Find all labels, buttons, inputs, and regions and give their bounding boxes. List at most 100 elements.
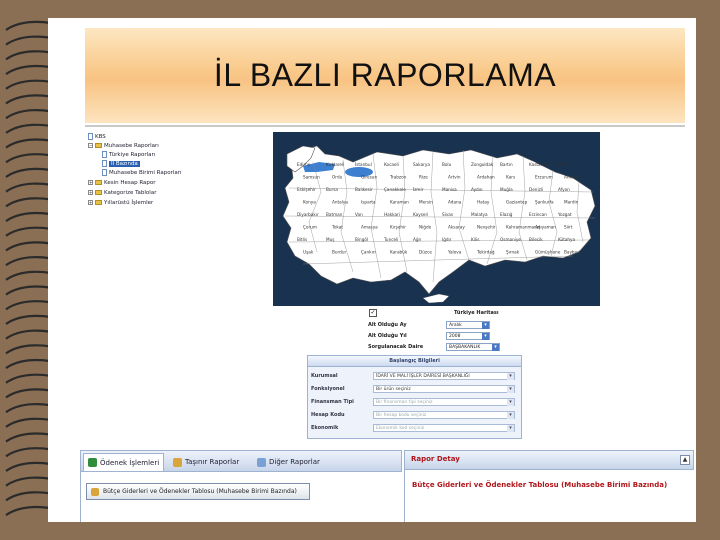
province-label[interactable]: Eskişehir bbox=[297, 187, 316, 192]
tab-odenek-islemleri[interactable]: Ödenek İşlemleri bbox=[83, 453, 165, 471]
province-label[interactable]: Kırklareli bbox=[326, 162, 344, 167]
province-label[interactable]: Şanlıurfa bbox=[535, 200, 554, 205]
tree-item-il-bazinda[interactable]: İl Bazında bbox=[102, 159, 140, 168]
province-label[interactable]: Erzincan bbox=[529, 212, 547, 217]
province-label[interactable]: Tunceli bbox=[383, 237, 398, 242]
province-label[interactable]: Düzce bbox=[419, 250, 432, 255]
province-label[interactable]: Çorum bbox=[303, 225, 317, 230]
province-label[interactable]: Konya bbox=[303, 200, 316, 205]
province-label[interactable]: Tekirdağ bbox=[476, 250, 495, 255]
kurumsal-select[interactable]: İDARİ VE MALİ İŞLER DAİRESİ BAŞKANLIĞI bbox=[373, 372, 515, 380]
province-label[interactable]: Gaziantep bbox=[506, 200, 528, 205]
province-label[interactable]: Kütahya bbox=[558, 237, 576, 242]
province-label[interactable]: Artvin bbox=[448, 175, 461, 180]
month-select[interactable]: Aralık bbox=[446, 321, 490, 329]
province-label[interactable]: Karabük bbox=[390, 250, 408, 255]
province-label[interactable]: Bitlis bbox=[297, 237, 307, 242]
province-label[interactable]: Trabzon bbox=[389, 175, 407, 180]
province-label[interactable]: Sakarya bbox=[413, 162, 430, 167]
province-label[interactable]: Bursa bbox=[326, 187, 338, 192]
province-label[interactable]: Tokat bbox=[331, 225, 343, 230]
tree-item-muhasebe-raporlari[interactable]: − Muhasebe Raporları bbox=[88, 141, 159, 150]
province-label[interactable]: Giresun bbox=[361, 175, 377, 180]
province-label[interactable]: Şırnak bbox=[506, 250, 520, 255]
province-label[interactable]: Burdur bbox=[332, 250, 346, 255]
expand-toggle-icon[interactable]: + bbox=[88, 180, 93, 185]
turkey-map[interactable]: Edirne Kırklareli İstanbul Kocaeli Sakarya Bo… bbox=[273, 132, 600, 306]
province-label[interactable]: Antalya bbox=[332, 200, 348, 205]
province-label[interactable]: Muş bbox=[326, 237, 334, 242]
tab-diger-raporlar[interactable]: Diğer Raporlar bbox=[253, 453, 324, 471]
province-label[interactable]: Isparta bbox=[361, 200, 376, 205]
province-label[interactable]: Hatay bbox=[477, 200, 490, 205]
finansman-select[interactable]: Bir finansman tipi seçiniz bbox=[373, 398, 515, 406]
province-label[interactable]: Mardin bbox=[564, 200, 579, 205]
province-label[interactable]: Karaman bbox=[390, 200, 409, 205]
province-label[interactable]: Erzurum bbox=[535, 175, 553, 180]
province-label[interactable]: Manisa bbox=[442, 187, 457, 192]
province-label[interactable]: Kayseri bbox=[413, 212, 428, 217]
province-label[interactable]: Muğla bbox=[500, 187, 513, 192]
province-label[interactable]: Kastamonu bbox=[529, 162, 553, 167]
province-label[interactable]: Bilecik bbox=[529, 237, 543, 242]
province-label[interactable]: Niğde bbox=[419, 225, 432, 230]
province-label[interactable]: Adana bbox=[448, 200, 462, 205]
province-label[interactable]: Aydın bbox=[471, 187, 483, 192]
tab-tasinir-raporlar[interactable]: Taşınır Raporlar bbox=[169, 453, 243, 471]
province-label[interactable]: İstanbul bbox=[355, 162, 372, 167]
province-label[interactable]: Amasya bbox=[361, 225, 378, 230]
province-label[interactable]: Ankara bbox=[564, 175, 579, 180]
province-label[interactable]: Edirne bbox=[297, 162, 311, 167]
province-label[interactable]: Kocaeli bbox=[384, 162, 399, 167]
province-label[interactable]: Ağrı bbox=[413, 237, 421, 242]
province-label[interactable]: Iğdır bbox=[442, 237, 452, 242]
province-label[interactable]: Bolu bbox=[442, 162, 452, 167]
province-label[interactable]: Diyarbakır bbox=[297, 212, 319, 217]
province-label[interactable]: Adıyaman bbox=[535, 225, 556, 230]
province-label[interactable]: Çanakkale bbox=[384, 187, 406, 192]
office-select[interactable]: BAŞBAKANLIK bbox=[446, 343, 500, 351]
province-label[interactable]: Balıkesir bbox=[355, 187, 373, 192]
tree-item-kategorize-tablolar[interactable]: + Kategorize Tablolar bbox=[88, 188, 156, 197]
province-label[interactable]: Zonguldak bbox=[471, 162, 494, 167]
budget-report-button[interactable]: Bütçe Giderleri ve Ödenekler Tablosu (Mu… bbox=[86, 483, 310, 500]
tree-item-yillarustu[interactable]: + Yıllarüstü İşlemler bbox=[88, 198, 153, 207]
chevron-up-icon[interactable]: ▲ bbox=[680, 455, 690, 465]
province-label[interactable]: Mersin bbox=[419, 200, 433, 205]
province-label[interactable]: İzmir bbox=[413, 187, 424, 192]
province-label[interactable]: Kars bbox=[506, 175, 515, 180]
province-label[interactable]: Elazığ bbox=[500, 212, 513, 217]
province-label[interactable]: Sivas bbox=[442, 212, 453, 217]
province-label[interactable]: Gümüşhane bbox=[535, 250, 561, 255]
province-label[interactable]: Çankırı bbox=[361, 250, 376, 255]
tree-item-muhasebe-birimi-raporlari[interactable]: Muhasebe Birimi Raporları bbox=[102, 168, 182, 177]
turkey-map-svg[interactable]: Edirne Kırklareli İstanbul Kocaeli Sakarya Bo… bbox=[273, 132, 600, 306]
hesap-kodu-select[interactable]: Bir hesap kodu seçiniz bbox=[373, 411, 515, 419]
province-label[interactable]: Hakkari bbox=[384, 212, 400, 217]
province-label[interactable]: Denizli bbox=[529, 187, 543, 192]
province-label[interactable]: Yalova bbox=[447, 250, 462, 255]
province-label[interactable]: Nevşehir bbox=[477, 225, 496, 230]
tree-item-turkiye-raporlari[interactable]: Türkiye Raporları bbox=[102, 150, 155, 159]
province-label[interactable]: Aksaray bbox=[448, 225, 465, 230]
province-label[interactable]: Kilis bbox=[471, 237, 479, 242]
province-label[interactable]: Sinop bbox=[558, 162, 570, 167]
ekonomik-select[interactable]: Ekonomik kod seçiniz bbox=[373, 424, 515, 432]
province-label[interactable]: Bartın bbox=[500, 162, 513, 167]
fonksiyonel-select[interactable]: Bir ürün seçiniz bbox=[373, 385, 515, 393]
collapse-toggle-icon[interactable]: − bbox=[88, 143, 93, 148]
province-label[interactable]: Yozgat bbox=[557, 212, 572, 217]
year-select[interactable]: 2008 bbox=[446, 332, 490, 340]
province-label[interactable]: Ardahan bbox=[477, 175, 495, 180]
province-label[interactable]: Uşak bbox=[303, 250, 314, 255]
province-label[interactable]: Ordu bbox=[332, 175, 343, 180]
province-label[interactable]: Samsun bbox=[303, 175, 320, 180]
province-label[interactable]: Rize bbox=[419, 175, 428, 180]
tree-item-root[interactable]: KBS bbox=[88, 132, 106, 141]
province-label[interactable]: Bayburt bbox=[564, 250, 581, 255]
province-label[interactable]: Afyon bbox=[558, 187, 570, 192]
province-label[interactable]: Osmaniye bbox=[500, 237, 521, 242]
expand-toggle-icon[interactable]: + bbox=[88, 200, 93, 205]
province-label[interactable]: Malatya bbox=[471, 212, 488, 217]
province-label[interactable]: Van bbox=[355, 212, 363, 217]
